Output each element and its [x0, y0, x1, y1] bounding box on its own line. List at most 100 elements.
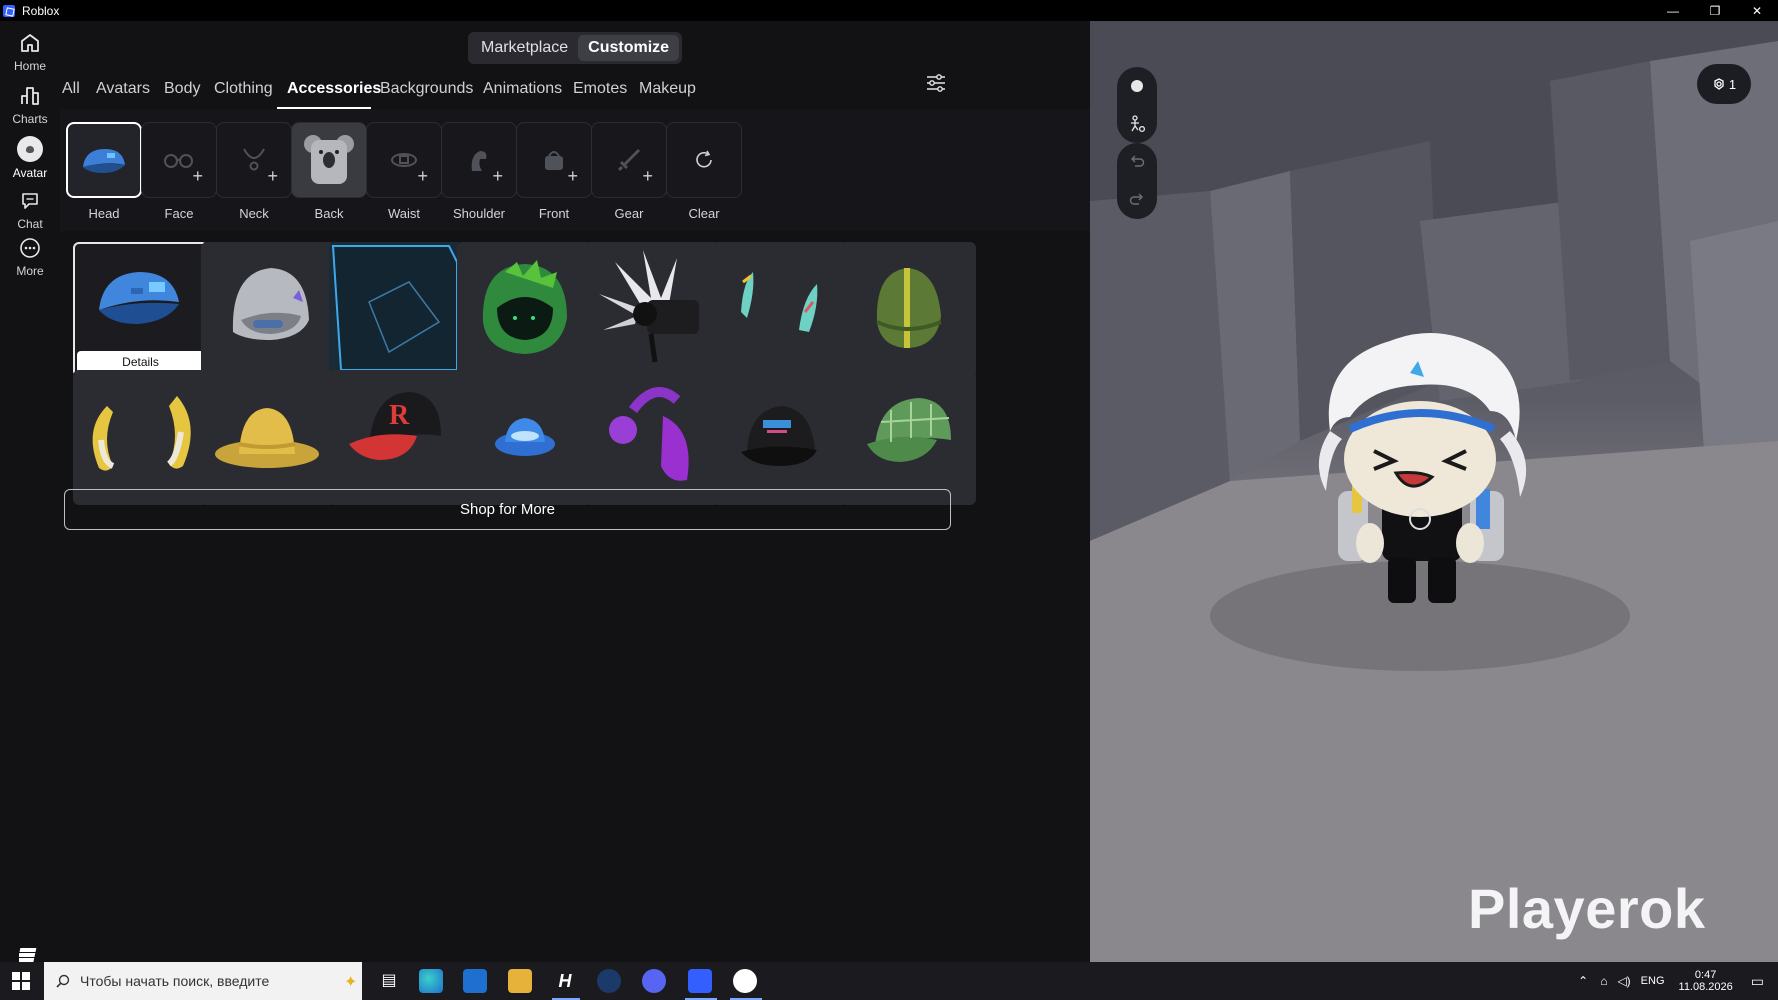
- redo-button[interactable]: [1117, 181, 1157, 219]
- add-icon: +: [567, 166, 578, 186]
- clock-date: 11.08.2026: [1678, 981, 1733, 993]
- file-explorer-icon[interactable]: [508, 969, 532, 993]
- purple-headphones-icon: [609, 387, 689, 481]
- yandex-browser-icon[interactable]: [733, 969, 757, 993]
- nav-charts[interactable]: Charts: [0, 84, 60, 126]
- subcat-front[interactable]: + Front: [516, 122, 592, 221]
- accessory-item-red-r-cap[interactable]: R: [329, 370, 464, 505]
- nav-more-label: More: [16, 264, 44, 278]
- clock-time: 0:47: [1694, 969, 1717, 981]
- subcat-head[interactable]: Head: [66, 122, 142, 221]
- subcat-waist[interactable]: + Waist: [366, 122, 442, 221]
- subcat-back-box[interactable]: [291, 122, 367, 198]
- parrot-icon: [471, 151, 487, 171]
- subcat-face-box[interactable]: +: [141, 122, 217, 198]
- subcat-neck-box[interactable]: +: [216, 122, 292, 198]
- subcat-front-box[interactable]: +: [516, 122, 592, 198]
- window-controls: — ❐ ✕: [1652, 0, 1778, 21]
- nav-chat-label: Chat: [17, 217, 43, 231]
- equipped-count-badge[interactable]: 1: [1697, 64, 1751, 104]
- headshot-button[interactable]: [1117, 67, 1157, 105]
- home-icon: [21, 34, 39, 52]
- tab-accessories[interactable]: Accessories: [287, 80, 381, 98]
- chat-icon: [22, 193, 38, 209]
- subcat-clear-box[interactable]: [666, 122, 742, 198]
- avatar-figure-icon: [1318, 333, 1527, 603]
- accessory-item-silver-helmet[interactable]: [201, 242, 336, 377]
- nav-avatar-label: Avatar: [12, 166, 48, 180]
- tab-all[interactable]: All: [62, 80, 80, 98]
- accessory-item-feather-pair[interactable]: [713, 242, 848, 377]
- subcat-neck[interactable]: + Neck: [216, 122, 292, 221]
- network-icon[interactable]: ⌂: [1600, 974, 1607, 988]
- subcat-waist-box[interactable]: +: [366, 122, 442, 198]
- accessory-item-blue-cap[interactable]: Details: [73, 242, 208, 377]
- silver-helmet-icon: [232, 268, 309, 340]
- accessory-item-white-spikes[interactable]: [585, 242, 720, 377]
- subcat-shoulder-label: Shoulder: [452, 206, 506, 221]
- tab-emotes[interactable]: Emotes: [573, 80, 627, 98]
- accessory-item-green-bandana[interactable]: [841, 242, 976, 377]
- restore-button[interactable]: ❐: [1694, 0, 1736, 21]
- reset-icon: [696, 150, 712, 168]
- customize-tab[interactable]: Customize: [578, 35, 680, 61]
- figure-settings-icon: [1131, 115, 1146, 133]
- nav-chat[interactable]: Chat: [0, 189, 60, 231]
- taskbar-search-box[interactable]: Чтобы начать поиск, введите ✦: [44, 962, 362, 1000]
- volume-icon[interactable]: ◁): [1617, 974, 1630, 988]
- steam-icon[interactable]: [597, 969, 621, 993]
- subcat-clear[interactable]: Clear: [666, 122, 742, 221]
- close-button[interactable]: ✕: [1736, 0, 1778, 21]
- accessory-item-yellow-hat[interactable]: [201, 370, 336, 505]
- tab-avatars[interactable]: Avatars: [96, 80, 150, 98]
- accessory-item-blue-fedora[interactable]: [457, 370, 592, 505]
- nav-more[interactable]: More: [0, 236, 60, 278]
- accessory-item-banana-horns[interactable]: [73, 370, 208, 505]
- nav-home[interactable]: Home: [0, 31, 60, 73]
- blue-cap-thumbnail-icon: [83, 149, 125, 173]
- h-app-icon[interactable]: H: [553, 969, 577, 993]
- task-view-icon[interactable]: ▤: [377, 969, 401, 993]
- playerok-watermark: Playerok: [1468, 877, 1706, 940]
- window-title: Roblox: [22, 3, 60, 18]
- subcat-gear[interactable]: + Gear: [591, 122, 667, 221]
- subcat-gear-box[interactable]: +: [591, 122, 667, 198]
- accessory-item-purple-headphones[interactable]: [585, 370, 720, 505]
- accessory-item-blue-box[interactable]: [329, 242, 464, 377]
- pose-button[interactable]: [1117, 105, 1157, 143]
- tray-chevron-icon[interactable]: ⌃: [1578, 974, 1588, 988]
- notifications-icon[interactable]: ▭: [1751, 973, 1764, 990]
- undo-icon: [1131, 155, 1145, 167]
- add-icon: +: [417, 166, 428, 186]
- outlook-icon[interactable]: [463, 969, 487, 993]
- roblox-taskbar-icon[interactable]: [688, 969, 712, 993]
- redo-icon: [1129, 193, 1143, 205]
- avatar-3d-viewport[interactable]: 1 Playerok: [1090, 21, 1778, 962]
- subcat-head-label: Head: [88, 206, 120, 221]
- windows-start-icon[interactable]: [12, 972, 30, 990]
- subcat-head-box[interactable]: [66, 122, 142, 198]
- tab-animations[interactable]: Animations: [483, 80, 562, 98]
- undo-button[interactable]: [1117, 143, 1157, 181]
- nav-avatar[interactable]: Avatar: [0, 136, 60, 180]
- filter-settings-icon[interactable]: [925, 72, 947, 94]
- tab-clothing[interactable]: Clothing: [214, 80, 273, 98]
- tab-backgrounds[interactable]: Backgrounds: [380, 80, 473, 98]
- accessory-item-black-cap[interactable]: [713, 370, 848, 505]
- accessory-item-green-hood[interactable]: [457, 242, 592, 377]
- koala-backpack-thumbnail-icon: [304, 135, 354, 184]
- tab-makeup[interactable]: Makeup: [639, 80, 696, 98]
- clock[interactable]: 0:47 11.08.2026: [1679, 969, 1733, 993]
- accessory-item-green-plaid-cap[interactable]: [841, 370, 976, 505]
- tab-body[interactable]: Body: [164, 80, 200, 98]
- minimize-button[interactable]: —: [1652, 0, 1694, 21]
- language-indicator[interactable]: ENG: [1641, 975, 1665, 987]
- shop-for-more-button[interactable]: Shop for More: [64, 489, 951, 530]
- subcat-shoulder[interactable]: + Shoulder: [441, 122, 517, 221]
- subcat-shoulder-box[interactable]: +: [441, 122, 517, 198]
- edge-browser-icon[interactable]: [419, 969, 443, 993]
- discord-icon[interactable]: [642, 969, 666, 993]
- subcat-back[interactable]: Back: [291, 122, 367, 221]
- marketplace-tab[interactable]: Marketplace: [471, 35, 578, 61]
- subcat-face[interactable]: + Face: [141, 122, 217, 221]
